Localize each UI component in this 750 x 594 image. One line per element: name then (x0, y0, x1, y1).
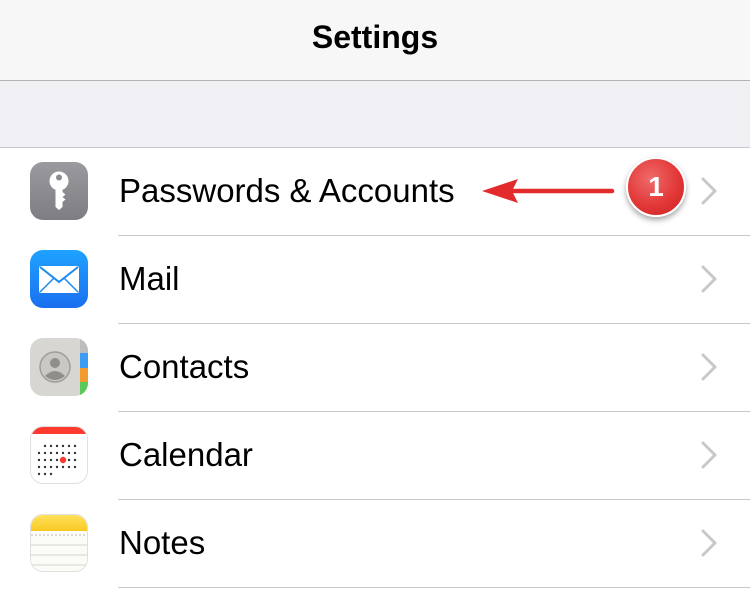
row-label: Mail (119, 260, 180, 297)
notes-icon (30, 514, 88, 572)
section-spacer (0, 81, 750, 148)
contact-icon (30, 338, 88, 396)
row-separator (118, 587, 750, 588)
chevron-right-icon (701, 177, 717, 205)
mail-row[interactable]: Mail (0, 236, 750, 324)
settings-list: Passwords & Accounts Mail Contacts Calen… (0, 148, 750, 588)
contacts-row[interactable]: Contacts (0, 324, 750, 412)
annotation-arrow-icon (482, 179, 615, 203)
page-title: Settings (311, 18, 439, 55)
chevron-right-icon (701, 353, 717, 381)
row-label: Contacts (119, 348, 250, 385)
key-icon (30, 162, 88, 220)
step-number-badge: 1 (626, 157, 686, 217)
row-label: Calendar (119, 436, 253, 473)
envelope-icon (30, 250, 88, 308)
chevron-right-icon (701, 441, 717, 469)
row-label: Notes (119, 524, 206, 561)
notes-row[interactable]: Notes (0, 500, 750, 588)
calendar-row[interactable]: Calendar (0, 412, 750, 500)
navigation-bar: Settings (0, 0, 750, 81)
row-label: Passwords & Accounts (119, 172, 455, 209)
calendar-icon (30, 426, 88, 484)
chevron-right-icon (701, 265, 717, 293)
chevron-right-icon (701, 529, 717, 557)
